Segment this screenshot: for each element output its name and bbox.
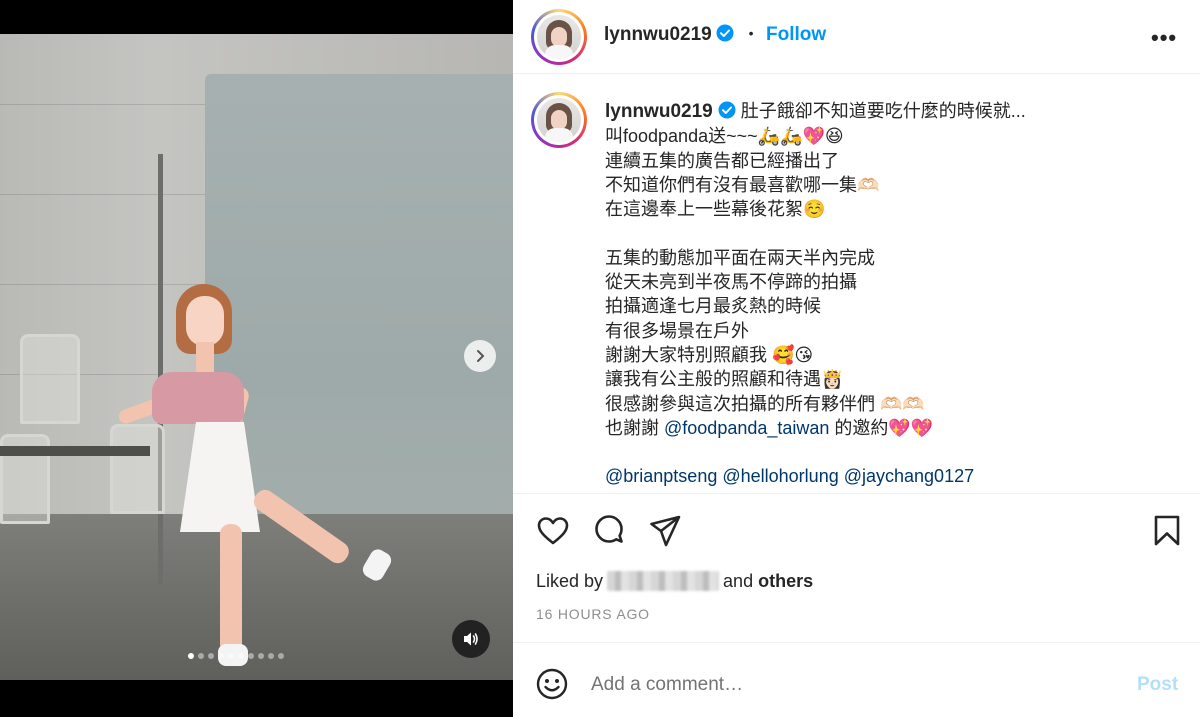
caption-line: 很感謝參與這次拍攝的所有夥伴們 🫶🏻🫶🏻 xyxy=(605,393,925,414)
caption-line: 肚子餓卻不知道要吃什麼的時候就... xyxy=(740,101,1026,121)
heart-icon[interactable] xyxy=(536,514,570,548)
liked-by-summary: Liked by and others xyxy=(536,571,813,592)
post-media xyxy=(0,0,513,717)
chevron-right-icon xyxy=(477,350,485,362)
slide-dot xyxy=(268,653,274,659)
slide-dot xyxy=(208,653,214,659)
author-avatar[interactable] xyxy=(531,9,587,65)
light-stand xyxy=(158,154,163,584)
liked-by-prefix: Liked by xyxy=(536,571,604,591)
slide-dot xyxy=(248,653,254,659)
emoji-icon[interactable] xyxy=(536,668,568,700)
post-side-panel: lynnwu0219 • Follow ••• lynnwu0219 肚子餓卻不… xyxy=(513,0,1200,717)
caption-line: 連續五集的廣告都已經播出了 xyxy=(605,150,839,171)
caption-line: 在這邊奉上一些幕後花絮☺️ xyxy=(605,199,826,220)
comment-bar: Post xyxy=(513,642,1200,717)
speaker-icon xyxy=(464,632,478,646)
slide-dot xyxy=(218,653,224,659)
caption-username[interactable]: lynnwu0219 xyxy=(605,101,713,122)
slide-dot xyxy=(258,653,264,659)
bookmark-icon[interactable] xyxy=(1150,514,1184,548)
post-photo xyxy=(0,34,513,680)
slide-indicator xyxy=(188,653,284,659)
caption-thanks-suffix: 的邀約💖💖 xyxy=(829,417,934,438)
mention-link[interactable]: @foodpanda_taiwan xyxy=(664,418,829,438)
verified-badge-icon xyxy=(716,24,734,42)
post-caption: lynnwu0219 肚子餓卻不知道要吃什麼的時候就... 叫foodpanda… xyxy=(605,99,1165,489)
caption-line: 拍攝適逢七月最炙熱的時候 xyxy=(605,296,821,317)
caption-tags: @brianptseng @hellohorlung @jaychang0127 xyxy=(605,464,1165,488)
next-slide-button[interactable] xyxy=(464,340,496,372)
caption-line: 不知道你們有沒有最喜歡哪一集🫶🏻 xyxy=(605,174,880,195)
caption-thanks-prefix: 也謝謝 xyxy=(605,417,665,438)
share-icon[interactable] xyxy=(648,514,682,548)
caption-line: 叫foodpanda送~~~🛵🛵💖😆 xyxy=(605,126,844,147)
caption-thanks-line: 也謝謝 @foodpanda_taiwan 的邀約💖💖 xyxy=(605,416,1165,440)
mention-link[interactable]: @jaychang0127 xyxy=(844,466,974,486)
verified-badge-icon xyxy=(718,101,736,119)
caption-line: 從天未亮到半夜馬不停蹄的拍攝 xyxy=(605,272,857,293)
comment-input[interactable] xyxy=(591,671,1111,699)
more-options-icon[interactable]: ••• xyxy=(1151,25,1177,51)
dancer-face xyxy=(186,296,224,346)
liked-by-others-link[interactable]: others xyxy=(758,571,813,591)
author-username[interactable]: lynnwu0219 xyxy=(604,24,712,45)
caption-avatar[interactable] xyxy=(531,92,587,148)
slide-dot xyxy=(188,653,194,659)
mention-link[interactable]: @brianptseng xyxy=(605,466,717,486)
slide-dot xyxy=(228,653,234,659)
post-header: lynnwu0219 • Follow ••• xyxy=(513,0,1200,74)
photo-chair xyxy=(20,334,80,424)
photo-chair xyxy=(110,424,165,514)
slide-dot xyxy=(238,653,244,659)
caption-area: lynnwu0219 肚子餓卻不知道要吃什麼的時候就... 叫foodpanda… xyxy=(513,74,1200,494)
photo-table xyxy=(0,446,150,456)
caption-line: 讓我有公主般的照顧和待遇👸🏻 xyxy=(605,369,844,390)
post-comment-button[interactable]: Post xyxy=(1137,674,1178,696)
liked-by-user-redacted xyxy=(607,571,720,591)
comment-icon[interactable] xyxy=(592,514,626,548)
audio-toggle-button[interactable] xyxy=(452,620,490,658)
liked-by-and: and xyxy=(723,571,754,591)
dancer-top xyxy=(152,372,244,424)
slide-dot xyxy=(278,653,284,659)
slide-dot xyxy=(198,653,204,659)
caption-line: 謝謝大家特別照顧我 🥰😘 xyxy=(605,344,814,365)
caption-line: 有很多場景在戶外 xyxy=(605,320,749,341)
post-timestamp[interactable]: 16 HOURS AGO xyxy=(536,606,650,622)
follow-button[interactable]: Follow xyxy=(766,24,826,45)
post-actions xyxy=(513,494,1200,566)
caption-line: 五集的動態加平面在兩天半內完成 xyxy=(605,247,875,268)
mention-link[interactable]: @hellohorlung xyxy=(722,466,838,486)
header-separator: • xyxy=(748,25,754,41)
